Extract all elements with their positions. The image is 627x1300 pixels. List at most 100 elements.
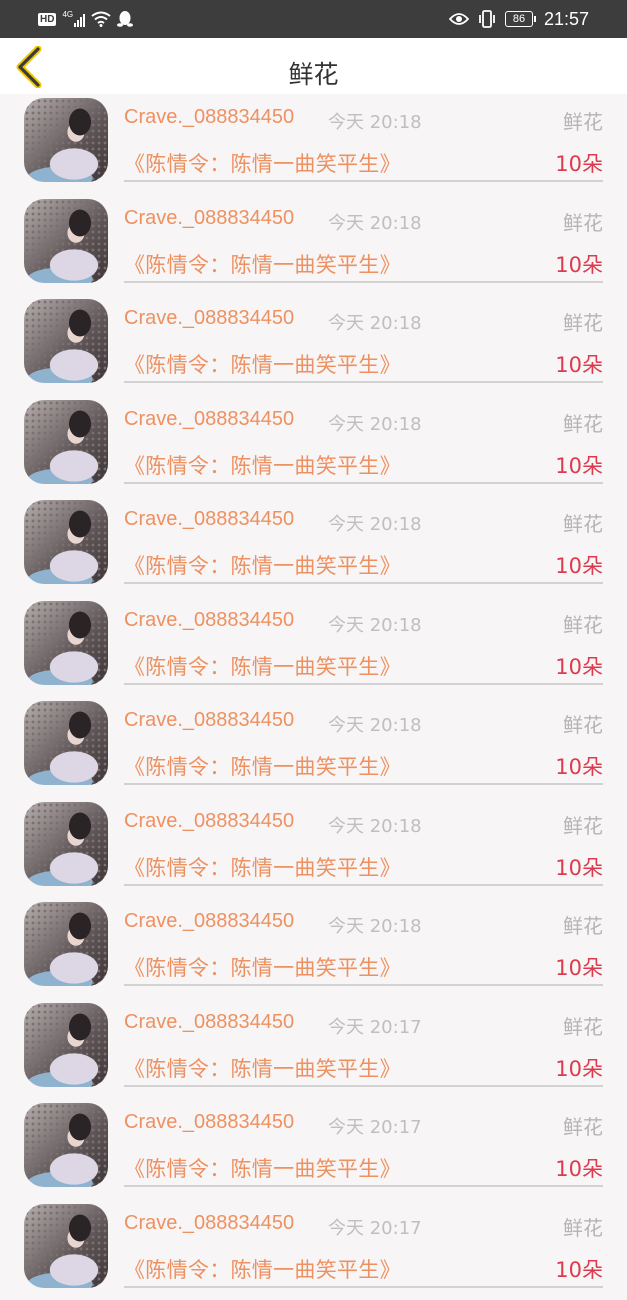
item-detail-row: 《陈情令：陈情一曲笑平生》10朵 — [124, 950, 603, 980]
work-title[interactable]: 《陈情令：陈情一曲笑平生》 — [124, 450, 401, 480]
username[interactable]: Crave._088834450 — [124, 408, 294, 431]
avatar[interactable] — [24, 1103, 108, 1187]
timestamp: 今天 20:18 — [328, 209, 422, 235]
work-title[interactable]: 《陈情令：陈情一曲笑平生》 — [124, 751, 401, 781]
gift-type-label: 鲜花 — [563, 307, 603, 336]
list-item[interactable]: Crave._088834450 今天 20:17 鲜花《陈情令：陈情一曲笑平生》 1… — [0, 1099, 627, 1200]
divider — [124, 281, 603, 283]
gift-type-label: 鲜花 — [563, 810, 603, 839]
gift-count: 10朵 — [555, 1153, 603, 1183]
work-title[interactable]: 《陈情令：陈情一曲笑平生》 — [124, 249, 401, 279]
item-header-row: Crave._088834450今天 20:17鲜花 — [124, 1009, 603, 1039]
list-item[interactable]: Crave._088834450今天 20:17鲜花《陈情令：陈情一曲笑平生》 1… — [0, 1200, 627, 1300]
timestamp: 今天 20:18 — [328, 108, 422, 134]
divider — [124, 482, 603, 484]
list-item[interactable]: Crave._088834450 今天 20:18 鲜花《陈情令：陈情一曲笑平生》 1… — [0, 496, 627, 597]
list-item[interactable]: Crave._088834450 今天 20:18 鲜花《陈情令：陈情一曲笑平生》 1… — [0, 798, 627, 899]
gift-count: 10朵 — [555, 349, 603, 379]
work-title[interactable]: 《陈情令：陈情一曲笑平生》 — [124, 1254, 401, 1284]
work-title[interactable]: 《陈情令：陈情一曲笑平生》 — [124, 651, 401, 681]
list-item[interactable]: Crave._088834450今天 20:18鲜花《陈情令：陈情一曲笑平生》1… — [0, 396, 627, 497]
work-title[interactable]: 《陈情令：陈情一曲笑平生》 — [124, 1153, 401, 1183]
avatar[interactable] — [24, 1003, 108, 1087]
avatar[interactable] — [24, 601, 108, 685]
status-right: 86 21:57 — [449, 0, 589, 38]
work-title[interactable]: 《陈情令：陈情一曲笑平生》 — [124, 952, 401, 982]
work-title[interactable]: 《陈情令：陈情一曲笑平生》 — [124, 550, 401, 580]
battery-level: 86 — [505, 11, 533, 27]
avatar[interactable] — [24, 400, 108, 484]
username[interactable]: Crave._088834450 — [124, 106, 294, 129]
avatar[interactable] — [24, 98, 108, 182]
list-item[interactable]: Crave._088834450今天 20:18鲜花《陈情令：陈情一曲笑平生》 1… — [0, 597, 627, 698]
username[interactable]: Crave._088834450 — [124, 508, 294, 531]
divider — [124, 984, 603, 986]
divider — [124, 683, 603, 685]
divider — [124, 1286, 603, 1288]
signal-icon: 4G — [62, 11, 85, 27]
avatar[interactable] — [24, 902, 108, 986]
username[interactable]: Crave._088834450 — [124, 1011, 294, 1034]
avatar[interactable] — [24, 802, 108, 886]
gift-type-label: 鲜花 — [563, 408, 603, 437]
hd-badge: HD — [38, 13, 56, 26]
gift-type-label: 鲜花 — [563, 709, 603, 738]
list-item[interactable]: Crave._088834450今天 20:18鲜花《陈情令：陈情一曲笑平生》 1… — [0, 295, 627, 396]
item-detail-row: 《陈情令：陈情一曲笑平生》10朵 — [124, 247, 603, 277]
timestamp: 今天 20:17 — [328, 1113, 422, 1139]
gift-list: Crave._088834450今天 20:18鲜花《陈情令：陈情一曲笑平生》1… — [0, 94, 627, 1300]
gift-count: 10朵 — [555, 852, 603, 882]
item-detail-row: 《陈情令：陈情一曲笑平生》 10朵 — [124, 1151, 603, 1181]
username[interactable]: Crave._088834450 — [124, 609, 294, 632]
avatar[interactable] — [24, 199, 108, 283]
item-detail-row: 《陈情令：陈情一曲笑平生》10朵 — [124, 1051, 603, 1081]
avatar[interactable] — [24, 1204, 108, 1288]
username[interactable]: Crave._088834450 — [124, 1111, 294, 1134]
divider — [124, 1085, 603, 1087]
item-detail-row: 《陈情令：陈情一曲笑平生》 10朵 — [124, 448, 603, 478]
avatar[interactable] — [24, 500, 108, 584]
item-header-row: Crave._088834450今天 20:18鲜花 — [124, 908, 603, 938]
wifi-icon — [91, 11, 111, 27]
gift-count: 10朵 — [555, 651, 603, 681]
list-item[interactable]: Crave._088834450今天 20:18鲜花《陈情令：陈情一曲笑平生》1… — [0, 697, 627, 798]
gift-type-label: 鲜花 — [563, 508, 603, 537]
item-header-row: Crave._088834450今天 20:18鲜花 — [124, 607, 603, 637]
timestamp: 今天 20:18 — [328, 510, 422, 536]
avatar[interactable] — [24, 701, 108, 785]
work-title[interactable]: 《陈情令：陈情一曲笑平生》 — [124, 148, 401, 178]
item-header-row: Crave._088834450今天 20:18鲜花 — [124, 305, 603, 335]
list-item[interactable]: Crave._088834450今天 20:18鲜花《陈情令：陈情一曲笑平生》1… — [0, 195, 627, 296]
list-item[interactable]: Crave._088834450今天 20:17鲜花《陈情令：陈情一曲笑平生》1… — [0, 999, 627, 1100]
clock: 21:57 — [544, 9, 589, 30]
page-title: 鲜花 — [0, 59, 627, 91]
list-item[interactable]: Crave._088834450今天 20:18鲜花《陈情令：陈情一曲笑平生》1… — [0, 94, 627, 195]
item-header-row: Crave._088834450 今天 20:17 鲜花 — [124, 1109, 603, 1139]
gift-count: 10朵 — [555, 1254, 603, 1284]
gift-type-label: 鲜花 — [563, 1111, 603, 1140]
gift-count: 10朵 — [555, 450, 603, 480]
timestamp: 今天 20:18 — [328, 812, 422, 838]
username[interactable]: Crave._088834450 — [124, 810, 294, 833]
item-detail-row: 《陈情令：陈情一曲笑平生》 10朵 — [124, 146, 603, 176]
divider — [124, 1185, 603, 1187]
username[interactable]: Crave._088834450 — [124, 910, 294, 933]
gift-count: 10朵 — [555, 751, 603, 781]
username[interactable]: Crave._088834450 — [124, 1212, 294, 1235]
username[interactable]: Crave._088834450 — [124, 207, 294, 230]
list-item[interactable]: Crave._088834450今天 20:18鲜花《陈情令：陈情一曲笑平生》1… — [0, 898, 627, 999]
work-title[interactable]: 《陈情令：陈情一曲笑平生》 — [124, 349, 401, 379]
gift-count: 10朵 — [555, 550, 603, 580]
work-title[interactable]: 《陈情令：陈情一曲笑平生》 — [124, 852, 401, 882]
item-detail-row: 《陈情令：陈情一曲笑平生》 10朵 — [124, 649, 603, 679]
username[interactable]: Crave._088834450 — [124, 709, 294, 732]
header-bar: 鲜花 — [0, 38, 627, 94]
item-detail-row: 《陈情令：陈情一曲笑平生》 10朵 — [124, 1252, 603, 1282]
gift-type-label: 鲜花 — [563, 910, 603, 939]
item-header-row: Crave._088834450今天 20:17鲜花 — [124, 1210, 603, 1240]
gift-type-label: 鲜花 — [563, 609, 603, 638]
username[interactable]: Crave._088834450 — [124, 307, 294, 330]
gift-count: 10朵 — [555, 148, 603, 178]
avatar[interactable] — [24, 299, 108, 383]
work-title[interactable]: 《陈情令：陈情一曲笑平生》 — [124, 1053, 401, 1083]
